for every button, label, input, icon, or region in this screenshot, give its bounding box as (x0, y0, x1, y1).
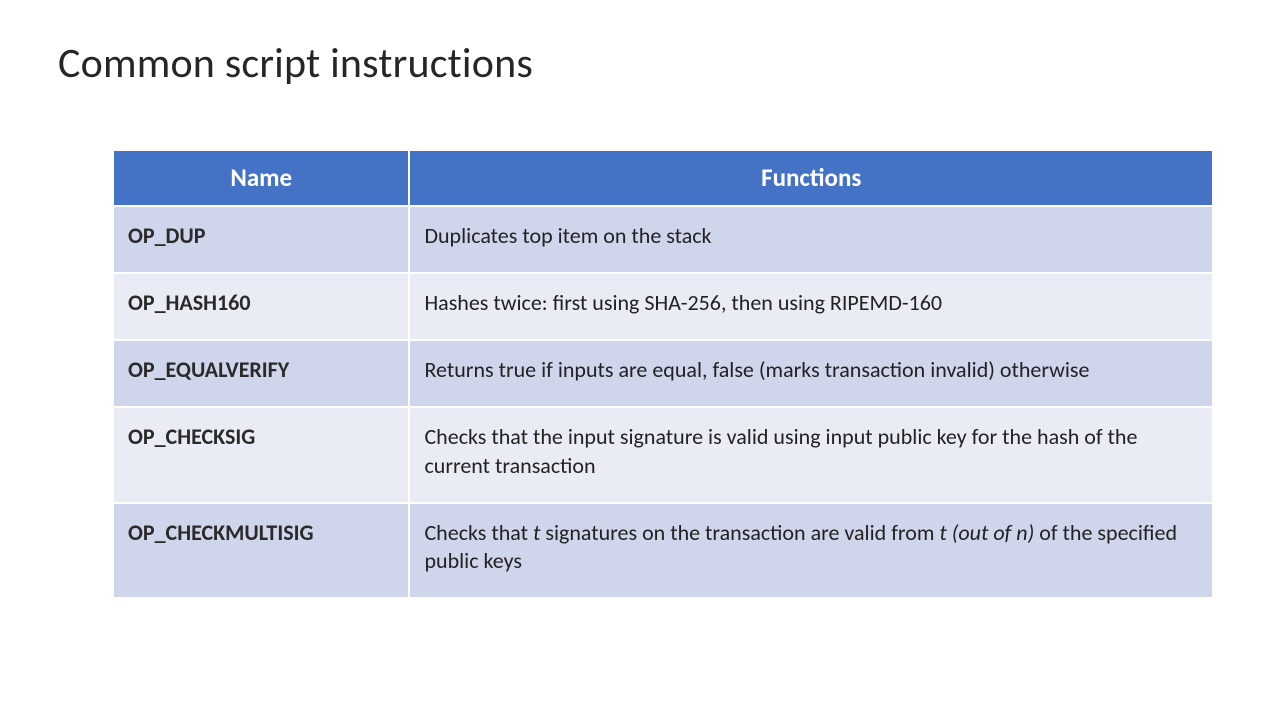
opcode-function: Duplicates top item on the stack (410, 205, 1212, 272)
header-functions: Functions (410, 151, 1212, 205)
table-row: OP_EQUALVERIFY Returns true if inputs ar… (114, 339, 1212, 406)
text-run: Checks that the input signature is valid… (424, 423, 1137, 478)
table-row: OP_CHECKSIG Checks that the input signat… (114, 406, 1212, 501)
opcode-function: Checks that t signatures on the transact… (410, 502, 1212, 597)
slide: Common script instructions Name Function… (0, 0, 1280, 720)
header-name: Name (114, 151, 410, 205)
table-row: OP_HASH160 Hashes twice: first using SHA… (114, 272, 1212, 339)
table-header-row: Name Functions (114, 151, 1212, 205)
opcode-name: OP_HASH160 (114, 272, 410, 339)
instructions-table: Name Functions OP_DUP Duplicates top ite… (114, 151, 1212, 597)
text-run: Hashes twice: first using SHA-256, then … (424, 289, 942, 316)
opcode-name: OP_CHECKMULTISIG (114, 502, 410, 597)
table-row: OP_DUP Duplicates top item on the stack (114, 205, 1212, 272)
opcode-name: OP_DUP (114, 205, 410, 272)
text-run: Checks that (424, 519, 533, 546)
text-run: signatures on the transaction are valid … (540, 519, 939, 546)
table-body: OP_DUP Duplicates top item on the stack … (114, 205, 1212, 597)
opcode-function: Hashes twice: first using SHA-256, then … (410, 272, 1212, 339)
table-row: OP_CHECKMULTISIG Checks that t signature… (114, 502, 1212, 597)
opcode-name: OP_EQUALVERIFY (114, 339, 410, 406)
text-run: Returns true if inputs are equal, false … (424, 356, 1089, 383)
opcode-name: OP_CHECKSIG (114, 406, 410, 501)
slide-title: Common script instructions (58, 38, 1222, 89)
text-run: t (out of n) (939, 519, 1034, 546)
opcode-function: Checks that the input signature is valid… (410, 406, 1212, 501)
table-container: Name Functions OP_DUP Duplicates top ite… (58, 151, 1222, 597)
text-run: Duplicates top item on the stack (424, 222, 711, 249)
opcode-function: Returns true if inputs are equal, false … (410, 339, 1212, 406)
